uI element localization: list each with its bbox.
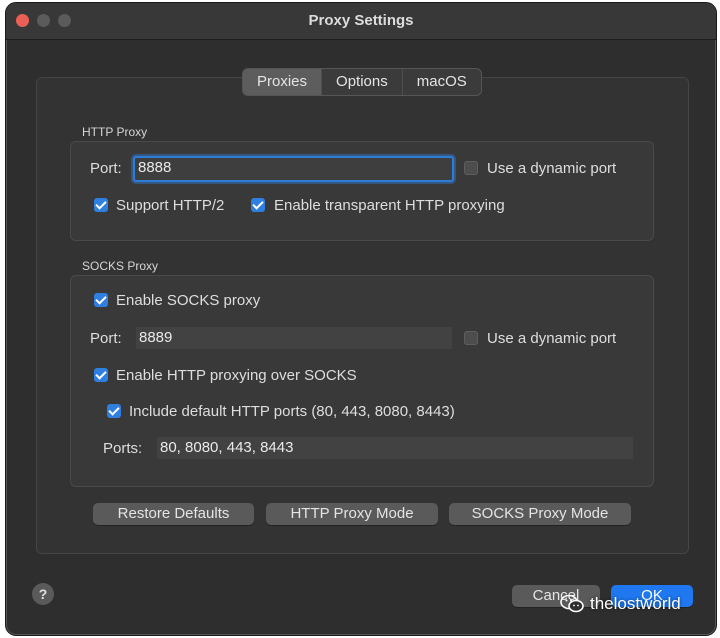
watermark: thelostworld (560, 594, 681, 614)
tab-proxies[interactable]: Proxies (243, 69, 323, 95)
transparent-proxying-checkbox[interactable] (251, 198, 265, 212)
http-port-label: Port: (90, 160, 122, 177)
ports-input[interactable]: 80, 8080, 443, 8443 (157, 437, 633, 459)
include-default-ports-checkbox[interactable] (107, 404, 121, 418)
proxy-settings-window: Proxy Settings Proxies Options macOS HTT… (5, 2, 717, 636)
watermark-text: thelostworld (590, 594, 681, 613)
socks-dynamic-port-checkbox[interactable] (464, 331, 478, 345)
socks-port-input[interactable]: 8889 (136, 327, 452, 349)
tab-bar: Proxies Options macOS (242, 68, 482, 96)
tab-macos[interactable]: macOS (403, 69, 481, 95)
restore-defaults-button[interactable]: Restore Defaults (93, 503, 254, 525)
window-title: Proxy Settings (308, 12, 414, 29)
socks-proxy-group-label: SOCKS Proxy (82, 259, 159, 273)
http-dynamic-port-checkbox[interactable] (464, 161, 478, 175)
include-default-ports-label: Include default HTTP ports (80, 443, 808… (129, 403, 455, 420)
enable-socks-checkbox[interactable] (94, 293, 108, 307)
socks-port-label: Port: (90, 330, 122, 347)
support-http2-label: Support HTTP/2 (116, 197, 225, 214)
http-proxy-mode-button[interactable]: HTTP Proxy Mode (266, 503, 438, 525)
transparent-proxying-label: Enable transparent HTTP proxying (274, 197, 505, 214)
socks-proxy-mode-button[interactable]: SOCKS Proxy Mode (449, 503, 631, 525)
support-http2-checkbox[interactable] (94, 198, 108, 212)
ports-label: Ports: (103, 440, 143, 457)
title-bar: Proxy Settings (6, 3, 716, 40)
http-port-input[interactable]: 8888 (133, 156, 454, 182)
help-button[interactable]: ? (32, 583, 54, 605)
socks-proxy-group: Enable SOCKS proxy Port: 8889 Use a dyna… (70, 275, 654, 487)
tab-options[interactable]: Options (322, 69, 403, 95)
enable-socks-label: Enable SOCKS proxy (116, 292, 261, 309)
http-proxy-group-label: HTTP Proxy (82, 125, 148, 139)
http-proxy-group: Port: 8888 Use a dynamic port Support HT… (70, 141, 654, 241)
wechat-icon (560, 595, 584, 613)
http-dynamic-port-label: Use a dynamic port (487, 160, 617, 177)
http-over-socks-label: Enable HTTP proxying over SOCKS (116, 367, 357, 384)
socks-dynamic-port-label: Use a dynamic port (487, 330, 617, 347)
http-over-socks-checkbox[interactable] (94, 368, 108, 382)
